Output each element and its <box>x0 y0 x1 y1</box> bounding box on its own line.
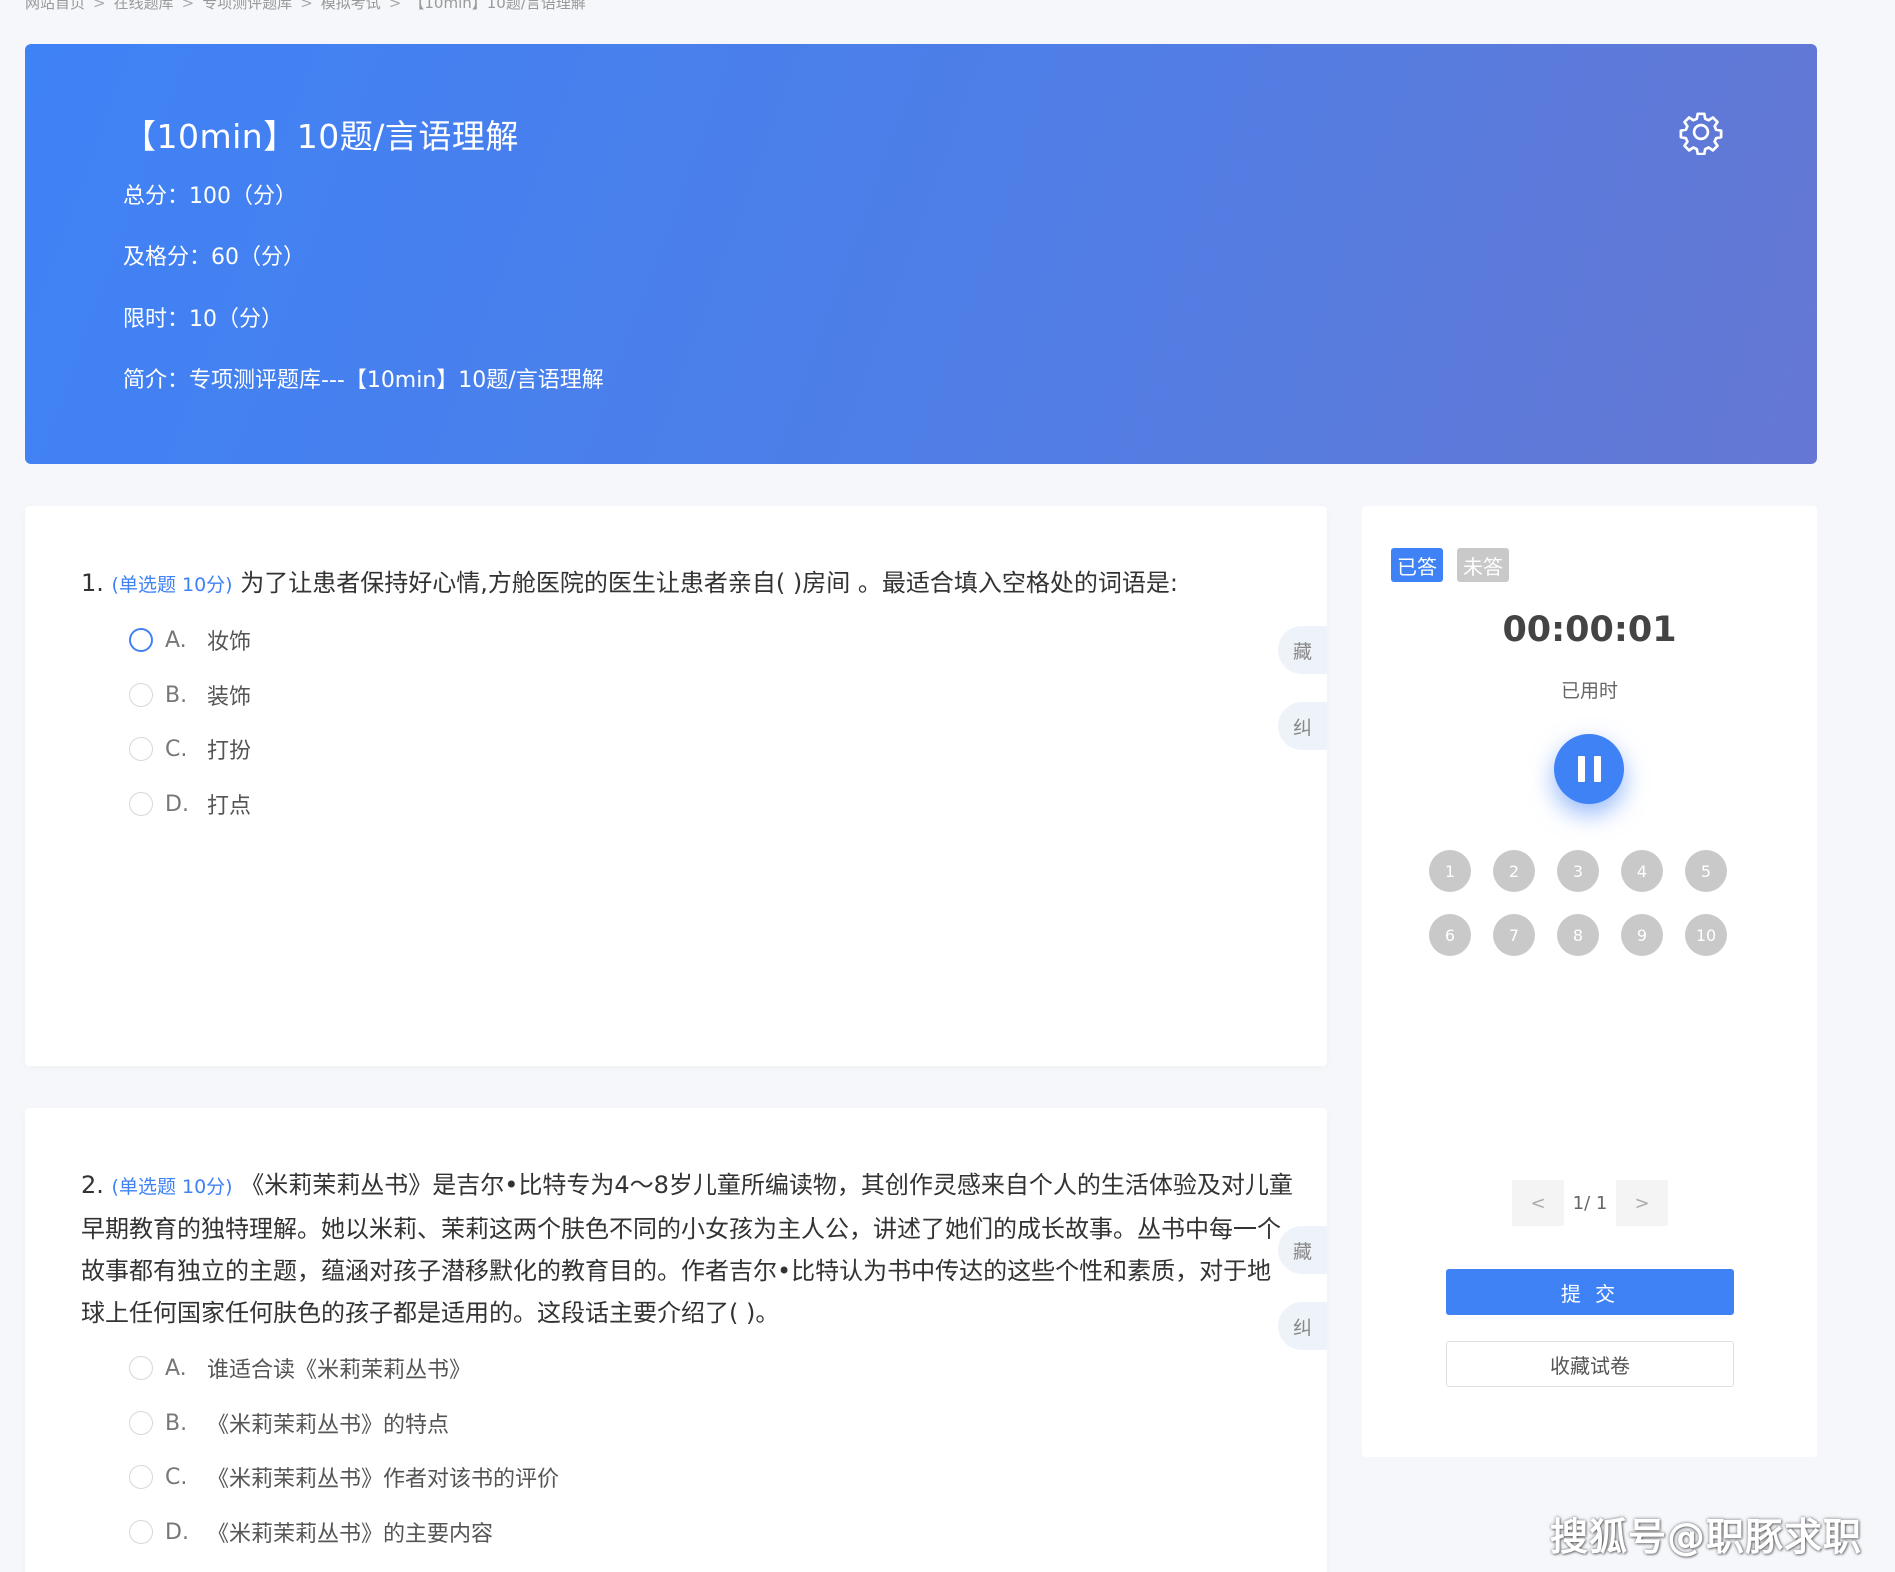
option-text: 打点 <box>207 794 252 819</box>
question-number: 2. <box>81 1171 104 1199</box>
question-nav-2[interactable]: 2 <box>1493 850 1535 892</box>
radio-button[interactable] <box>129 737 153 761</box>
option-text: 《米莉茉莉丛书》的主要内容 <box>207 1522 494 1547</box>
radio-button[interactable] <box>129 1411 153 1435</box>
breadcrumb-question-bank[interactable]: 在线题库 <box>114 0 174 13</box>
pass-score: 及格分：60（分） <box>123 245 305 270</box>
elapsed-timer: 00:00:01 <box>1502 610 1677 650</box>
breadcrumb-separator: > <box>93 0 106 12</box>
radio-button[interactable] <box>129 1520 153 1544</box>
question-text-line: 球上任何国家任何肤色的孩子都是适用的。这段话主要介绍了( )。 <box>81 1299 780 1327</box>
question-card-2: 2. (单选题 10分) 《米莉茉莉丛书》是吉尔•比特专为4～8岁儿童所编读物，… <box>25 1108 1327 1572</box>
question-nav-8[interactable]: 8 <box>1557 914 1599 956</box>
option-b[interactable]: B. 《米莉茉莉丛书》的特点 <box>129 1405 449 1441</box>
option-letter: C. <box>165 1464 188 1490</box>
question-nav-7[interactable]: 7 <box>1493 914 1535 956</box>
page-indicator: 1/ 1 <box>1572 1192 1608 1214</box>
breadcrumb-separator: > <box>388 0 402 12</box>
question-number: 1. <box>81 569 104 597</box>
option-letter: D. <box>165 1519 189 1545</box>
pause-button[interactable] <box>1554 734 1624 804</box>
option-text: 谁适合读《米莉茉莉丛书》 <box>207 1358 472 1383</box>
question-nav-10[interactable]: 10 <box>1685 914 1727 956</box>
question-text-line: 早期教育的独特理解。她以米莉、茉莉这两个肤色不同的小女孩为主人公，讲述了她们的成… <box>81 1215 1281 1243</box>
question-stem: 1. (单选题 10分) 为了让患者保持好心情,方舱医院的医生让患者亲自( )房… <box>81 562 1178 606</box>
pause-icon <box>1577 756 1585 782</box>
question-type: (单选题 10分) <box>111 574 233 596</box>
breadcrumb-special-bank[interactable]: 专项测评题库 <box>202 0 292 13</box>
option-text: 妆饰 <box>207 630 252 655</box>
breadcrumb-mock-exam[interactable]: 模拟考试 <box>321 0 381 13</box>
option-d[interactable]: D. 打点 <box>129 786 251 822</box>
option-letter: A. <box>165 627 187 653</box>
option-text: 打扮 <box>207 739 252 764</box>
option-a[interactable]: A. 妆饰 <box>129 622 251 658</box>
collect-question-button[interactable]: 藏 <box>1278 1226 1327 1274</box>
question-card-1: 1. (单选题 10分) 为了让患者保持好心情,方舱医院的医生让患者亲自( )房… <box>25 506 1327 1066</box>
option-letter: B. <box>165 682 188 708</box>
exam-banner: 【10min】10题/言语理解 总分：100（分） 及格分：60（分） 限时：1… <box>25 44 1817 464</box>
option-b[interactable]: B. 装饰 <box>129 677 251 713</box>
option-c[interactable]: C. 《米莉茉莉丛书》作者对该书的评价 <box>129 1459 559 1495</box>
collect-question-button[interactable]: 藏 <box>1278 626 1327 674</box>
prev-page-button[interactable]: < <box>1512 1180 1564 1226</box>
gear-icon[interactable] <box>1678 109 1724 155</box>
option-a[interactable]: A. 谁适合读《米莉茉莉丛书》 <box>129 1350 471 1386</box>
option-text: 装饰 <box>207 685 252 710</box>
option-text: 《米莉茉莉丛书》作者对该书的评价 <box>207 1467 560 1492</box>
breadcrumb: 网站首页 > 在线题库 > 专项测评题库 > 模拟考试 > 【10min】10题/言语理解 <box>25 0 586 13</box>
breadcrumb-separator: > <box>181 0 195 12</box>
answer-panel: 已答 未答 00:00:01 已用时 1 2 3 4 5 6 7 8 9 10 … <box>1362 506 1817 1457</box>
question-text-line: 为了让患者保持好心情,方舱医院的医生让患者亲自( )房间 。最适合填入空格处的词… <box>240 569 1178 597</box>
unanswered-legend: 未答 <box>1457 548 1509 582</box>
question-type: (单选题 10分) <box>111 1176 233 1198</box>
question-nav-5[interactable]: 5 <box>1685 850 1727 892</box>
question-nav-3[interactable]: 3 <box>1557 850 1599 892</box>
question-text-line: 《米莉茉莉丛书》是吉尔•比特专为4～8岁儿童所编读物，其创作灵感来自个人的生活体… <box>240 1171 1293 1199</box>
question-nav-6[interactable]: 6 <box>1429 914 1471 956</box>
time-limit: 限时：10（分） <box>123 307 283 332</box>
question-nav-9[interactable]: 9 <box>1621 914 1663 956</box>
option-text: 《米莉茉莉丛书》的特点 <box>207 1413 450 1438</box>
option-letter: D. <box>165 791 189 817</box>
option-letter: C. <box>165 736 188 762</box>
question-text-line: 故事都有独立的主题，蕴涵对孩子潜移默化的教育目的。作者吉尔•比特认为书中传达的这… <box>81 1257 1272 1285</box>
question-stem: 2. (单选题 10分) 《米莉茉莉丛书》是吉尔•比特专为4～8岁儿童所编读物，… <box>81 1164 1301 1334</box>
exam-intro: 简介：专项测评题库---【10min】10题/言语理解 <box>123 368 604 393</box>
radio-button[interactable] <box>129 1356 153 1380</box>
report-error-button[interactable]: 纠 <box>1278 702 1327 750</box>
watermark: 搜狐号@职豚求职 <box>1550 1515 1863 1559</box>
radio-button[interactable] <box>129 792 153 816</box>
total-score: 总分：100（分） <box>123 184 297 209</box>
breadcrumb-current: 【10min】10题/言语理解 <box>409 0 586 12</box>
radio-button[interactable] <box>129 683 153 707</box>
option-d[interactable]: D. 《米莉茉莉丛书》的主要内容 <box>129 1514 493 1550</box>
option-letter: B. <box>165 1410 188 1436</box>
radio-button[interactable] <box>129 628 153 652</box>
answered-legend: 已答 <box>1391 548 1443 582</box>
radio-button[interactable] <box>129 1465 153 1489</box>
exam-title: 【10min】10题/言语理解 <box>123 117 519 156</box>
breadcrumb-separator: > <box>300 0 313 12</box>
question-nav-1[interactable]: 1 <box>1429 850 1471 892</box>
submit-button[interactable]: 提 交 <box>1446 1269 1734 1315</box>
next-page-button[interactable]: > <box>1616 1180 1668 1226</box>
timer-label: 已用时 <box>1560 680 1618 702</box>
collect-paper-button[interactable]: 收藏试卷 <box>1446 1341 1734 1387</box>
breadcrumb-home[interactable]: 网站首页 <box>25 0 85 13</box>
pause-icon <box>1593 756 1601 782</box>
option-c[interactable]: C. 打扮 <box>129 731 251 767</box>
report-error-button[interactable]: 纠 <box>1278 1302 1327 1350</box>
option-letter: A. <box>165 1355 187 1381</box>
question-nav-4[interactable]: 4 <box>1621 850 1663 892</box>
